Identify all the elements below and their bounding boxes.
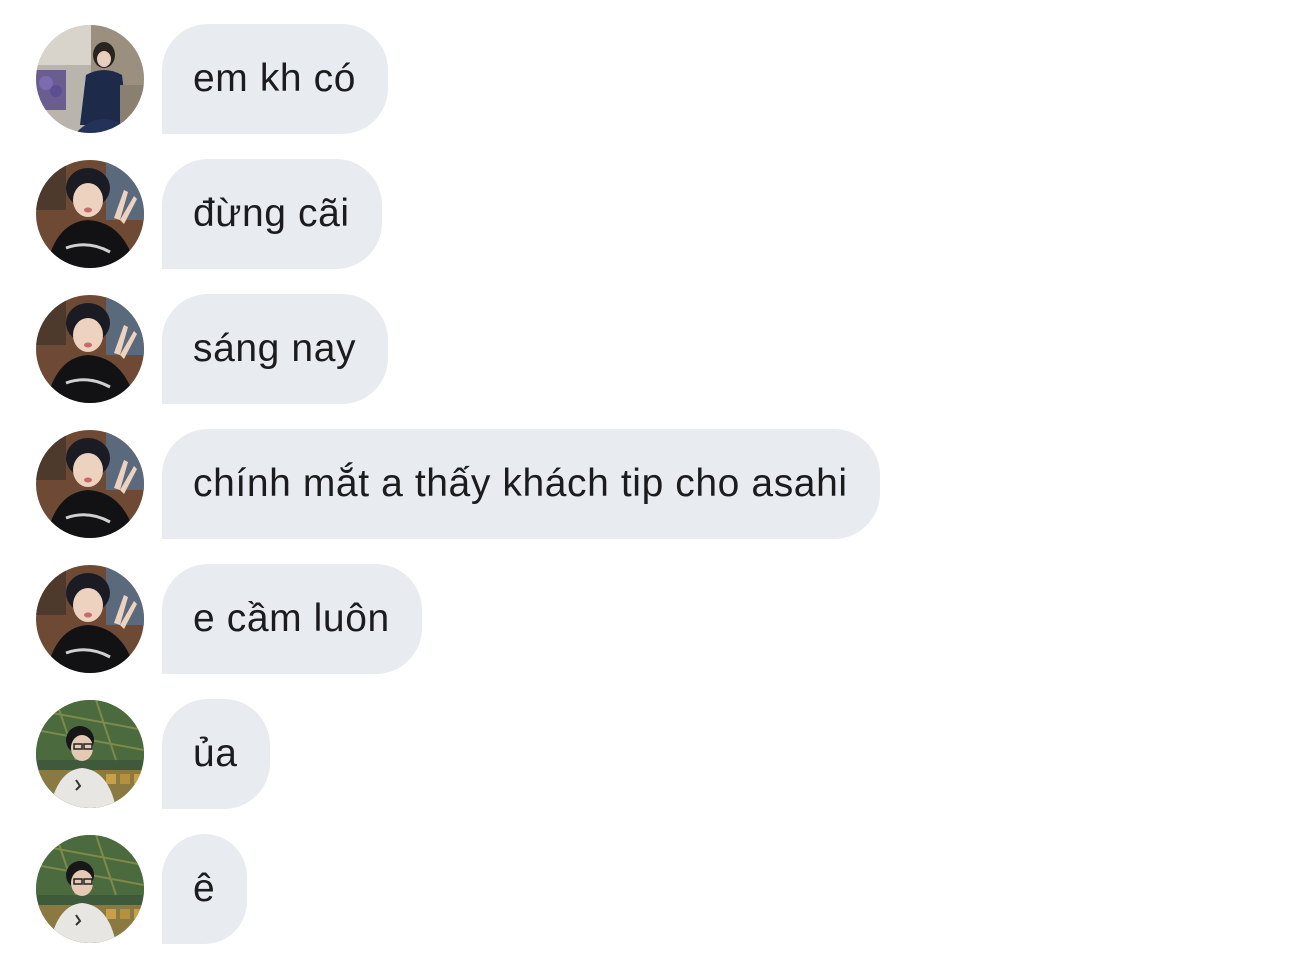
message-row: ủa [36, 699, 270, 809]
avatar[interactable] [36, 25, 144, 133]
avatar[interactable] [36, 700, 144, 808]
message-row: chính mắt a thấy khách tip cho asahi [36, 429, 880, 539]
message-bubble[interactable]: e cầm luôn [162, 564, 422, 674]
avatar-boy-black-shirt-photo [36, 565, 144, 673]
message-row: sáng nay [36, 294, 389, 404]
avatar[interactable] [36, 835, 144, 943]
message-bubble[interactable]: ê [162, 834, 248, 944]
message-bubble[interactable]: em kh có [162, 24, 389, 134]
message-text: đừng cãi [193, 192, 350, 235]
avatar-boy-black-shirt-photo [36, 160, 144, 268]
chat-thread: em kh có đừng cãi sáng nay chính mắt a t… [0, 0, 1290, 962]
message-bubble[interactable]: ủa [162, 699, 270, 809]
message-row: ê [36, 834, 248, 944]
avatar-boy-glasses-photo [36, 835, 144, 943]
message-bubble[interactable]: sáng nay [162, 294, 389, 404]
avatar[interactable] [36, 565, 144, 673]
message-row: e cầm luôn [36, 564, 422, 674]
message-row: đừng cãi [36, 159, 382, 269]
avatar[interactable] [36, 295, 144, 403]
avatar-boy-black-shirt-photo [36, 430, 144, 538]
message-text: sáng nay [193, 327, 357, 370]
message-bubble[interactable]: chính mắt a thấy khách tip cho asahi [162, 429, 880, 539]
message-text: em kh có [193, 57, 357, 100]
avatar-girl-photo [36, 25, 144, 133]
message-text: chính mắt a thấy khách tip cho asahi [193, 462, 848, 505]
message-text: ê [193, 867, 216, 910]
message-text: e cầm luôn [193, 597, 390, 640]
message-text: ủa [193, 732, 238, 775]
avatar-boy-black-shirt-photo [36, 295, 144, 403]
avatar-boy-glasses-photo [36, 700, 144, 808]
avatar[interactable] [36, 430, 144, 538]
avatar[interactable] [36, 160, 144, 268]
message-row: em kh có [36, 24, 389, 134]
message-bubble[interactable]: đừng cãi [162, 159, 382, 269]
